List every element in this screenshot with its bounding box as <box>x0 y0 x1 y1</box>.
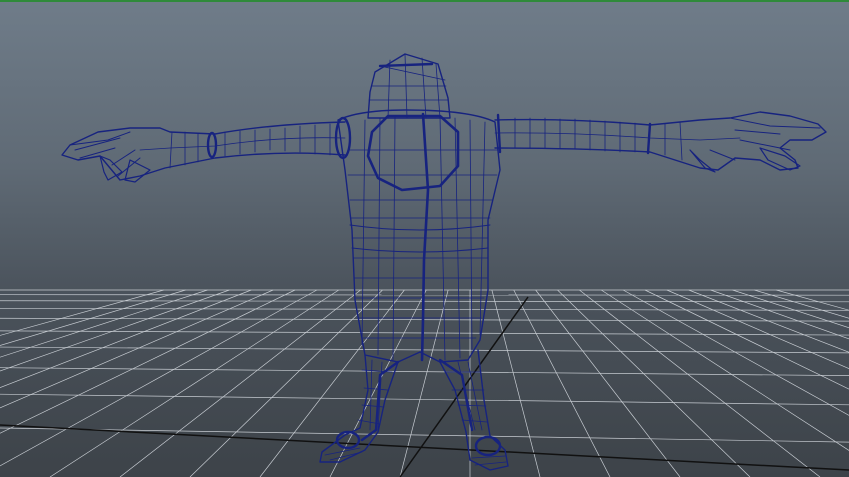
3d-viewport[interactable] <box>0 0 849 477</box>
head-mesh <box>367 53 451 119</box>
legs-mesh <box>319 349 509 471</box>
right-arm-mesh <box>494 111 827 173</box>
torso-mesh <box>337 109 501 363</box>
left-arm-mesh <box>61 116 352 183</box>
character-wireframe[interactable] <box>0 0 849 477</box>
